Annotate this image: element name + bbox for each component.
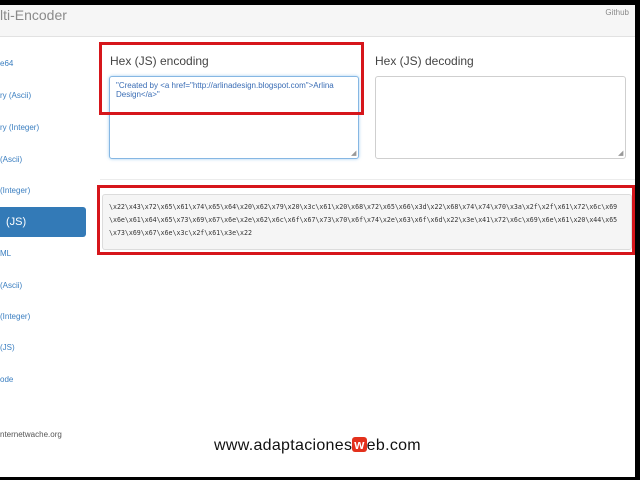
sidebar-item-unicode[interactable]: ode xyxy=(0,365,86,395)
encoding-label: Hex (JS) encoding xyxy=(110,54,209,68)
brand[interactable]: lti-Encoder xyxy=(0,7,67,23)
github-link[interactable]: Github xyxy=(605,8,629,17)
sidebar-item-binary-integer[interactable]: ry (Integer) xyxy=(0,113,86,143)
decoding-textarea[interactable]: ◢ xyxy=(375,76,626,159)
sidebar-item-binary-ascii[interactable]: ry (Ascii) xyxy=(0,81,86,111)
sidebar-item-hex-js[interactable]: (JS) xyxy=(0,207,86,237)
sidebar-item-hex-ascii[interactable]: (Ascii) xyxy=(0,145,86,175)
sidebar-item-base64[interactable]: e64 xyxy=(0,49,86,79)
sidebar: e64 ry (Ascii) ry (Integer) (Ascii) (Int… xyxy=(0,37,88,477)
sidebar-item-octal-ascii[interactable]: (Ascii) xyxy=(0,271,86,301)
browser-viewport: lti-Encoder Github e64 ry (Ascii) ry (In… xyxy=(0,5,635,477)
sidebar-item-html[interactable]: ML xyxy=(0,239,86,269)
encoding-textarea[interactable]: "Created by <a href="http://arlinadesign… xyxy=(109,76,359,159)
encoding-text: "Created by <a href="http://arlinadesign… xyxy=(116,81,334,99)
navbar: lti-Encoder Github xyxy=(0,5,635,37)
decoding-label: Hex (JS) decoding xyxy=(375,54,474,68)
hex-output[interactable]: \x22\x43\x72\x65\x61\x74\x65\x64\x20\x62… xyxy=(102,194,632,250)
watermark-prefix: www.adaptaciones xyxy=(214,437,353,454)
sidebar-item-hex-integer[interactable]: (Integer) xyxy=(0,176,86,206)
watermark-w-logo-icon: w xyxy=(352,437,367,452)
sidebar-item-octal-integer[interactable]: (Integer) xyxy=(0,302,86,332)
resize-grip-icon[interactable]: ◢ xyxy=(618,150,624,157)
sidebar-item-octal-js[interactable]: (JS) xyxy=(0,333,86,363)
watermark: www.adaptaciones w eb.com xyxy=(0,437,635,455)
resize-grip-icon[interactable]: ◢ xyxy=(351,150,357,157)
divider xyxy=(100,179,635,180)
watermark-suffix: eb.com xyxy=(366,437,421,454)
